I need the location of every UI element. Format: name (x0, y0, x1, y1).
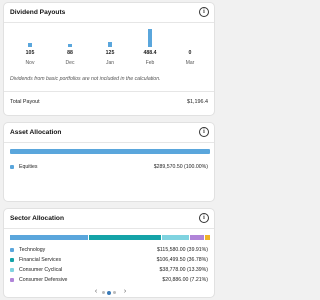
asset-allocation-bar (10, 149, 210, 154)
sector-bar-segment[interactable] (89, 235, 162, 240)
sector-bar-segment[interactable] (189, 235, 204, 240)
legend-label: Consumer Defensive (19, 277, 68, 283)
sector-bar-segment[interactable] (10, 235, 89, 240)
divider (4, 91, 214, 92)
sector-legend-row: Technology $115,580.00 (39.91%) (10, 247, 208, 256)
card-header: Dividend Payouts i (4, 3, 214, 23)
info-icon[interactable]: i (199, 7, 209, 17)
next-page-button[interactable]: › (121, 288, 129, 295)
sector-legend-row: Consumer Cyclical $38,778.00 (13.39%) (10, 267, 208, 276)
prev-page-button[interactable]: ‹ (92, 288, 100, 295)
asset-allocation-card: Asset Allocation i Equities $289,570.50 … (3, 122, 215, 202)
dividend-month-label: Dec (65, 60, 75, 66)
page-dot[interactable] (113, 291, 116, 294)
total-payout-value: $1,196.4 (187, 99, 208, 105)
info-icon[interactable]: i (199, 127, 209, 137)
card-header: Asset Allocation i (4, 123, 214, 143)
info-icon[interactable]: i (199, 213, 209, 223)
dividend-note: Dividends from basic portfolios are not … (10, 76, 161, 82)
legend-value: $38,778.00 (13.39%) (159, 267, 208, 273)
dividend-value-label: 105 (25, 50, 35, 56)
dividend-value-label: 88 (67, 50, 73, 56)
legend-value: $106,499.50 (36.78%) (156, 257, 208, 263)
sector-allocation-title: Sector Allocation (10, 215, 64, 222)
sector-bar-segment[interactable] (162, 235, 189, 240)
dividend-bar-jan[interactable] (108, 42, 112, 47)
sector-allocation-bar (10, 235, 210, 240)
asset-allocation-title: Asset Allocation (10, 129, 62, 136)
page-dot-active[interactable] (107, 290, 111, 295)
dividend-bar-dec[interactable] (68, 43, 72, 47)
card-header: Sector Allocation i (4, 209, 214, 229)
legend-label: Consumer Cyclical (19, 267, 63, 273)
legend-label: Technology (19, 247, 46, 253)
dividend-payouts-card: Dividend Payouts i 105 Nov 88 Dec 125 Jan 488.… (3, 2, 215, 116)
legend-value: $115,580.00 (39.91%) (157, 247, 208, 253)
sector-legend-row: Financial Services $106,499.50 (36.78%) (10, 257, 208, 266)
legend-label: Financial Services (19, 257, 62, 263)
dividend-value-label: 125 (105, 50, 115, 56)
legend-swatch (10, 165, 14, 169)
dividend-month-label: Mar (185, 60, 195, 66)
dividend-month-label: Feb (145, 60, 155, 66)
dividend-month-label: Nov (25, 60, 35, 66)
page-dot[interactable] (102, 291, 105, 294)
sector-allocation-card: Sector Allocation i Technology $115,580.… (3, 208, 215, 298)
dividend-bar-feb[interactable] (148, 29, 152, 47)
sector-bar-segment[interactable] (204, 235, 210, 240)
legend-label: Equities (19, 164, 38, 170)
legend-swatch (10, 258, 14, 262)
asset-legend-row: Equities $289,570.50 (100.00%) (10, 164, 208, 173)
dividend-bar-chart: 105 Nov 88 Dec 125 Jan 488.4 Feb 0 Mar (10, 25, 210, 70)
legend-swatch (10, 278, 14, 282)
legend-value: $289,570.50 (100.00%) (153, 164, 208, 170)
legend-swatch (10, 268, 14, 272)
dividend-value-label: 0 (188, 50, 192, 56)
legend-swatch (10, 248, 14, 252)
legend-value: $20,886.00 (7.21%) (162, 277, 208, 283)
sector-legend-row: Consumer Defensive $20,886.00 (7.21%) (10, 277, 208, 286)
dividend-month-label: Jan (105, 60, 115, 66)
dividend-bar-nov[interactable] (28, 43, 32, 47)
pagination: ‹ › (4, 288, 214, 297)
dividend-value-label: 488.4 (143, 50, 157, 56)
total-payout-label: Total Payout (10, 99, 40, 105)
dividend-payouts-title: Dividend Payouts (10, 9, 66, 16)
